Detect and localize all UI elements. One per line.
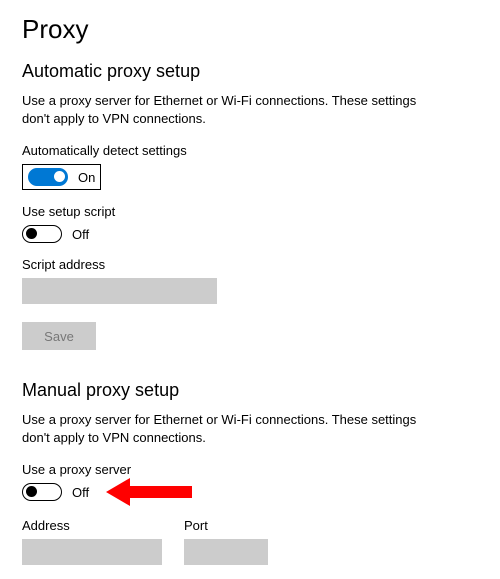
auto-detect-highlight: On xyxy=(22,164,101,190)
auto-section-description: Use a proxy server for Ethernet or Wi-Fi… xyxy=(22,92,422,127)
use-script-toggle[interactable] xyxy=(22,225,62,243)
auto-detect-toggle[interactable] xyxy=(28,168,68,186)
address-input[interactable] xyxy=(22,539,162,565)
save-button[interactable]: Save xyxy=(22,322,96,350)
script-address-label: Script address xyxy=(22,257,478,272)
toggle-knob-icon xyxy=(26,228,37,239)
auto-section-heading: Automatic proxy setup xyxy=(22,61,478,82)
auto-detect-state: On xyxy=(78,170,95,185)
address-port-row: Address Port xyxy=(22,518,478,565)
toggle-knob-icon xyxy=(54,171,65,182)
use-proxy-toggle[interactable] xyxy=(22,483,62,501)
port-input[interactable] xyxy=(184,539,268,565)
use-script-state: Off xyxy=(72,227,89,242)
manual-section-description: Use a proxy server for Ethernet or Wi-Fi… xyxy=(22,411,422,446)
auto-detect-label: Automatically detect settings xyxy=(22,143,478,158)
arrow-left-icon xyxy=(106,475,192,509)
page-title: Proxy xyxy=(22,14,478,45)
use-script-label: Use setup script xyxy=(22,204,478,219)
toggle-knob-icon xyxy=(26,486,37,497)
use-proxy-state: Off xyxy=(72,485,89,500)
port-label: Port xyxy=(184,518,268,533)
script-address-input[interactable] xyxy=(22,278,217,304)
use-proxy-label: Use a proxy server xyxy=(22,462,478,477)
manual-section-heading: Manual proxy setup xyxy=(22,380,478,401)
address-label: Address xyxy=(22,518,162,533)
